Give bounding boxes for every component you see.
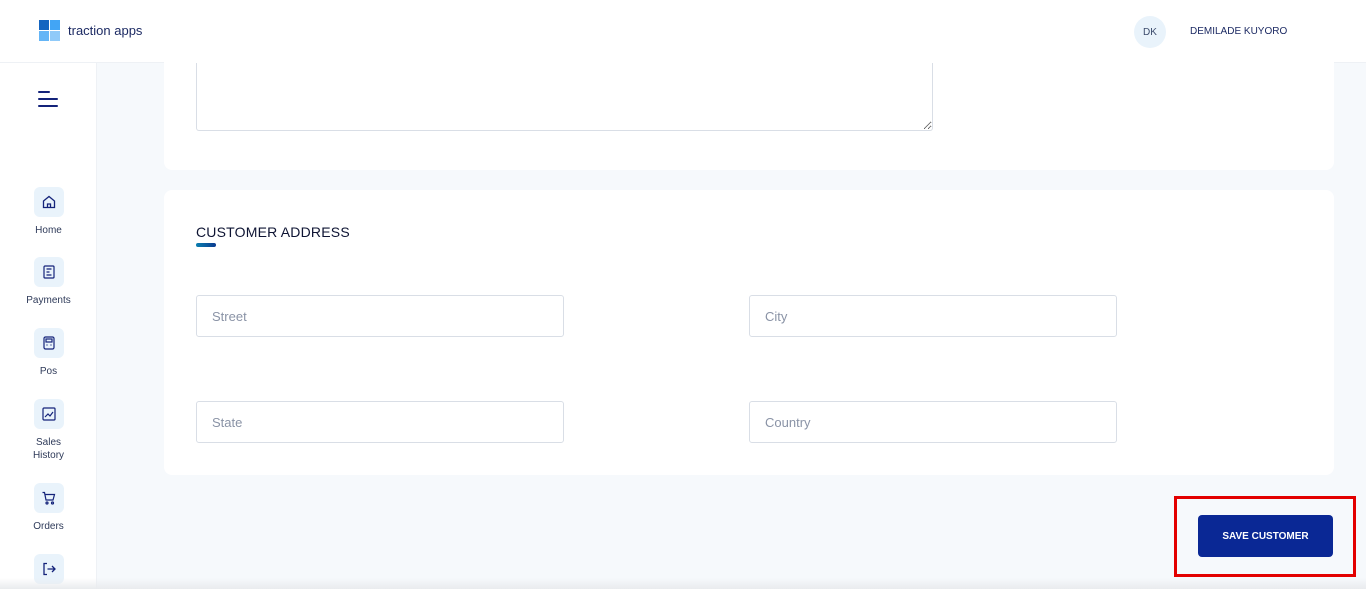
- chart-icon: [33, 399, 64, 429]
- sidebar-item-payments[interactable]: Payments: [0, 257, 97, 307]
- street-input[interactable]: [196, 295, 564, 337]
- sidebar-item-label: Pos: [39, 366, 58, 377]
- sidebar-item-label: Home: [35, 225, 62, 236]
- title-underline: [196, 243, 216, 247]
- sidebar-item-label: Sales History: [32, 437, 65, 461]
- sidebar-item-label: Payments: [26, 295, 71, 306]
- sidebar-item-logout[interactable]: [0, 554, 97, 584]
- sidebar: Home Payments Pos Sales History Orders: [0, 63, 97, 589]
- logo[interactable]: traction apps: [39, 20, 142, 41]
- sidebar-item-pos[interactable]: Pos: [0, 328, 97, 378]
- avatar[interactable]: DK: [1134, 16, 1166, 48]
- logout-icon: [33, 554, 64, 584]
- sidebar-item-orders[interactable]: Orders: [0, 483, 97, 533]
- home-icon: [33, 187, 64, 217]
- save-customer-button[interactable]: SAVE CUSTOMER: [1198, 515, 1333, 557]
- menu-toggle-icon[interactable]: [38, 91, 58, 107]
- sidebar-item-sales-history[interactable]: Sales History: [0, 399, 97, 462]
- city-input[interactable]: [749, 295, 1117, 337]
- payments-icon: [33, 257, 64, 287]
- country-input[interactable]: [749, 401, 1117, 443]
- logo-text: traction apps: [68, 23, 143, 38]
- cart-icon: [33, 483, 64, 513]
- state-input[interactable]: [196, 401, 564, 443]
- sidebar-item-label: Orders: [33, 521, 64, 532]
- pos-icon: [33, 328, 64, 358]
- logo-icon: [39, 20, 60, 41]
- sidebar-item-home[interactable]: Home: [0, 187, 97, 237]
- section-title: CUSTOMER ADDRESS: [196, 224, 350, 240]
- user-name[interactable]: DEMILADE KUYORO: [1190, 26, 1287, 37]
- bottom-shadow: [0, 578, 1366, 589]
- notes-textarea[interactable]: [196, 63, 933, 131]
